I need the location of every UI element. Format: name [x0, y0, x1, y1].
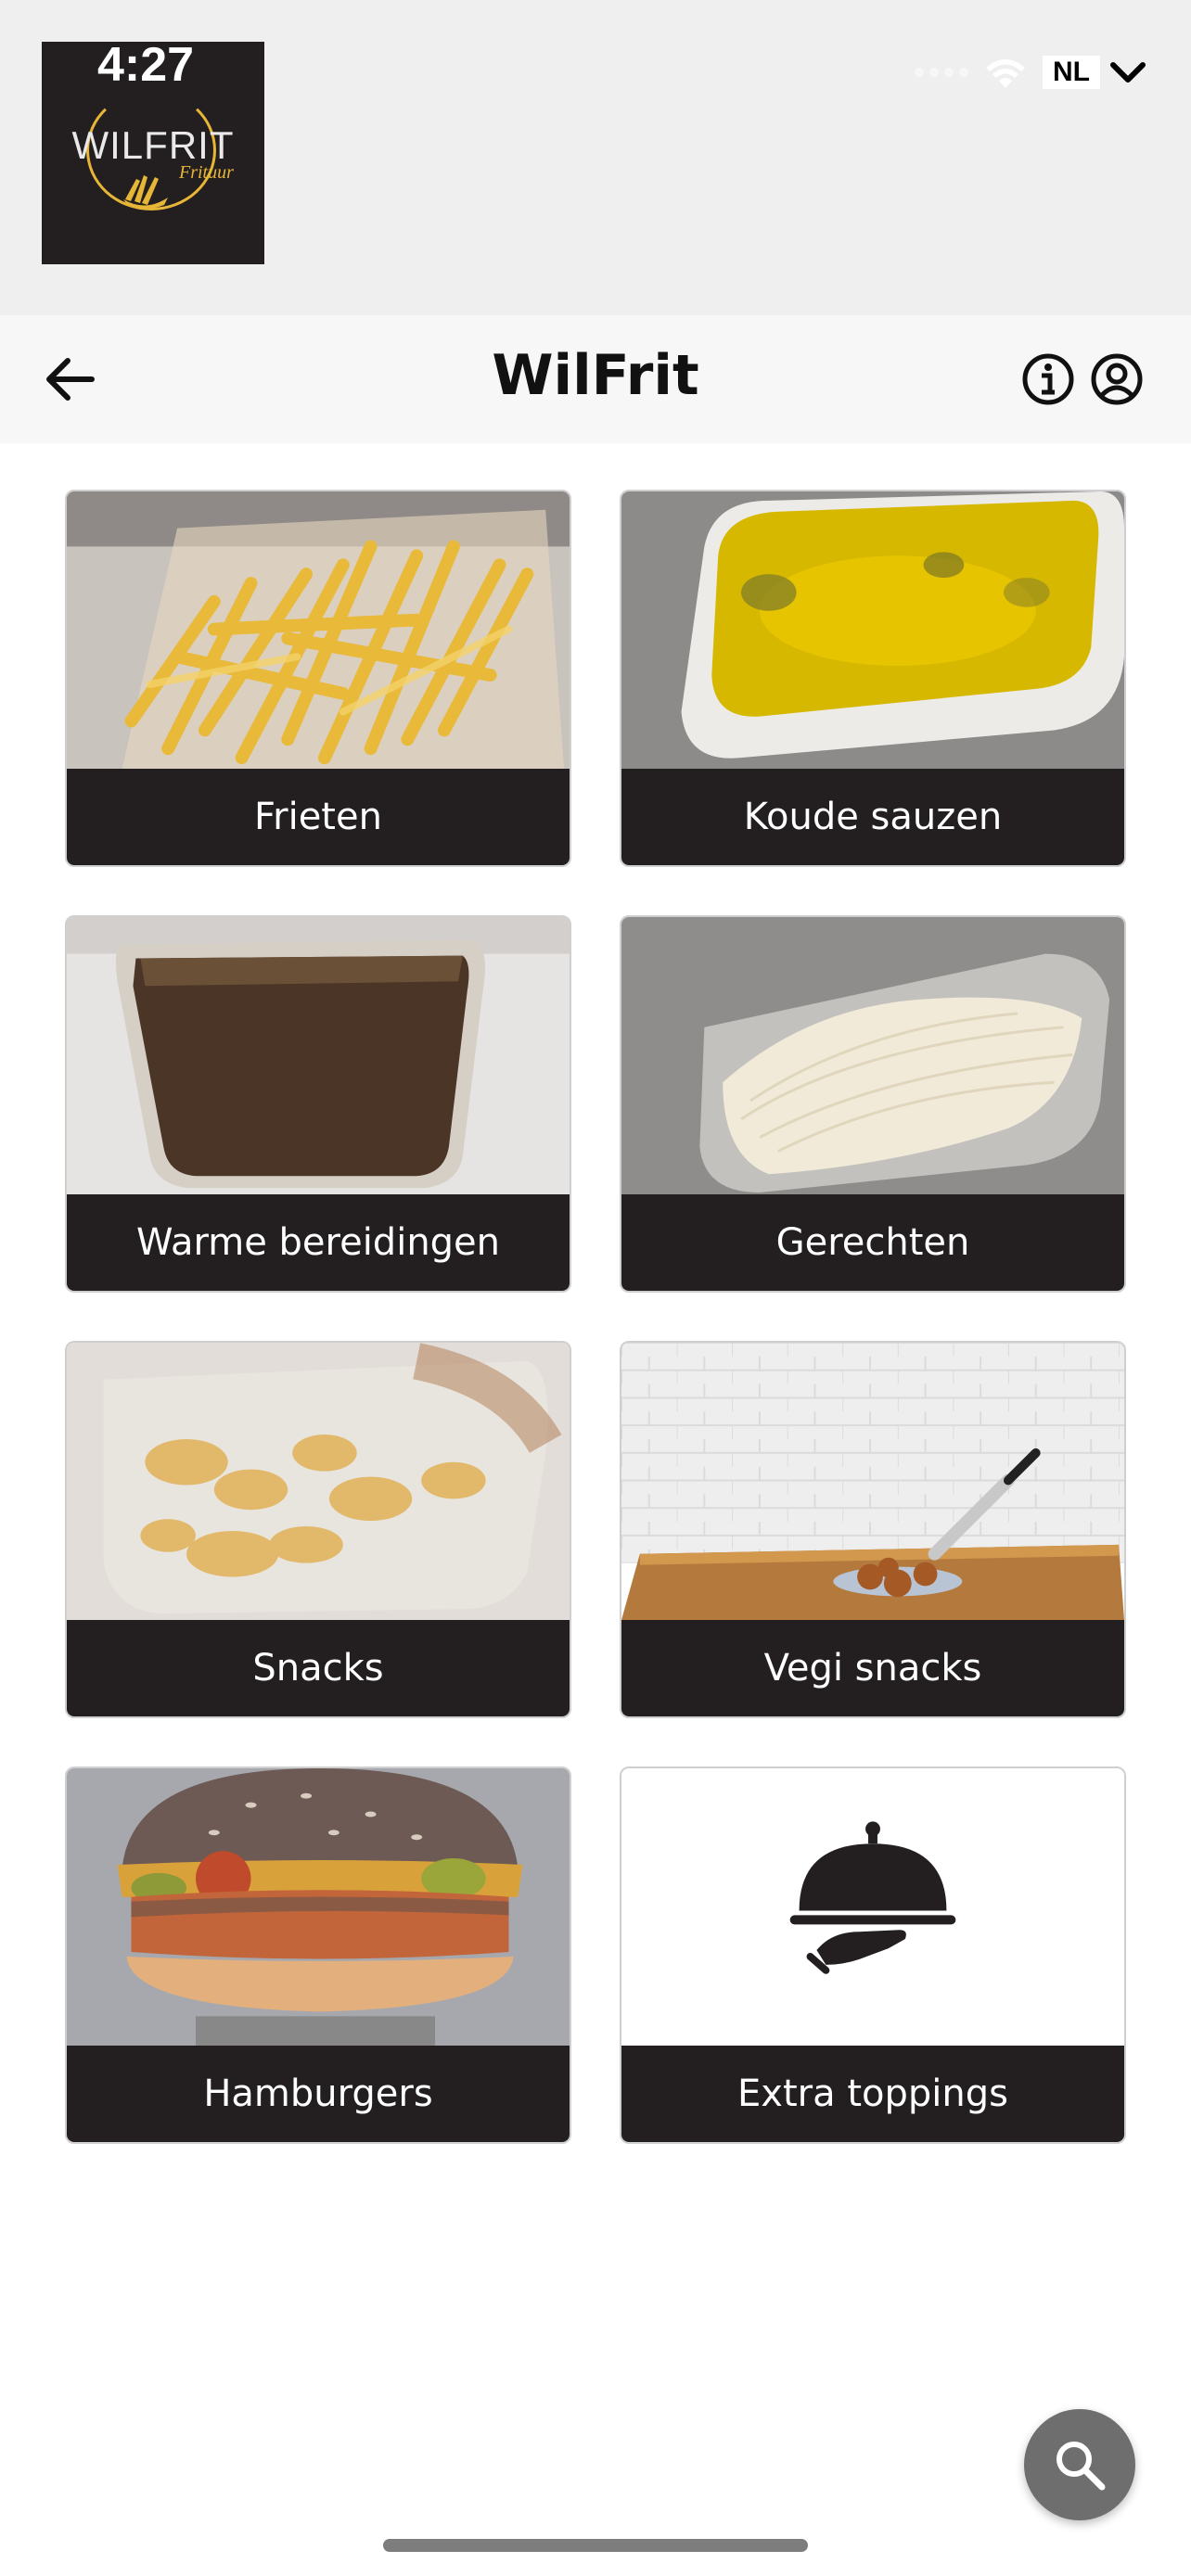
- category-label: Extra toppings: [621, 2046, 1124, 2142]
- category-tile-extra-toppings[interactable]: Extra toppings: [620, 1766, 1126, 2144]
- logo-tagline: Frituur: [179, 162, 234, 183]
- language-code: NL: [1043, 56, 1100, 89]
- category-tile-gerechten[interactable]: Gerechten: [620, 915, 1126, 1293]
- info-button[interactable]: [1020, 347, 1076, 412]
- vegi-snacks-photo: [621, 1343, 1124, 1621]
- home-indicator[interactable]: [383, 2539, 808, 2552]
- category-tile-hamburgers[interactable]: Hamburgers: [65, 1766, 571, 2144]
- category-label: Koude sauzen: [621, 769, 1124, 865]
- grated-cheese-photo: [621, 917, 1124, 1195]
- status-bar-right: NL: [915, 45, 1146, 100]
- category-label: Frieten: [67, 769, 570, 865]
- category-label: Vegi snacks: [621, 1620, 1124, 1716]
- category-label: Gerechten: [621, 1194, 1124, 1291]
- info-icon: [1022, 353, 1074, 405]
- category-label: Hamburgers: [67, 2046, 570, 2142]
- category-tile-warme-bereidingen[interactable]: Warme bereidingen: [65, 915, 571, 1293]
- fries-photo: [67, 491, 570, 770]
- screen: WILFRIT Frituur 4:27 NL WilFrit Frieten …: [0, 0, 1191, 2576]
- category-tile-snacks[interactable]: Snacks: [65, 1341, 571, 1718]
- serving-cloche-icon: [621, 1768, 1124, 2047]
- wifi-icon: [983, 55, 1028, 90]
- nav-bar: WilFrit: [0, 315, 1191, 443]
- search-button[interactable]: [1024, 2409, 1135, 2520]
- arrow-left-icon: [46, 358, 95, 401]
- category-grid: Frieten Koude sauzen Warme bereidingen G…: [65, 490, 1126, 2144]
- brown-sauce-photo: [67, 917, 570, 1195]
- back-button[interactable]: [37, 347, 102, 412]
- chevron-down-icon: [1109, 59, 1146, 85]
- category-tile-vegi-snacks[interactable]: Vegi snacks: [620, 1341, 1126, 1718]
- category-tile-frieten[interactable]: Frieten: [65, 490, 571, 867]
- yellow-sauce-photo: [621, 491, 1124, 770]
- search-icon: [1057, 2442, 1106, 2491]
- category-label: Snacks: [67, 1620, 570, 1716]
- header-band: WILFRIT Frituur 4:27 NL: [0, 0, 1191, 315]
- category-label: Warme bereidingen: [67, 1194, 570, 1291]
- hamburger-photo: [67, 1768, 570, 2047]
- user-circle-icon: [1091, 353, 1143, 405]
- cellular-signal-icon: [915, 68, 968, 77]
- logo-wordmark: WILFRIT: [71, 123, 235, 167]
- page-title: WilFrit: [492, 343, 699, 408]
- status-time: 4:27: [97, 38, 195, 92]
- snacks-photo: [67, 1343, 570, 1621]
- category-tile-koude-sauzen[interactable]: Koude sauzen: [620, 490, 1126, 867]
- fries-icon: [123, 175, 168, 209]
- nav-actions: [1020, 347, 1145, 412]
- language-selector[interactable]: NL: [1043, 56, 1146, 89]
- account-button[interactable]: [1089, 347, 1145, 412]
